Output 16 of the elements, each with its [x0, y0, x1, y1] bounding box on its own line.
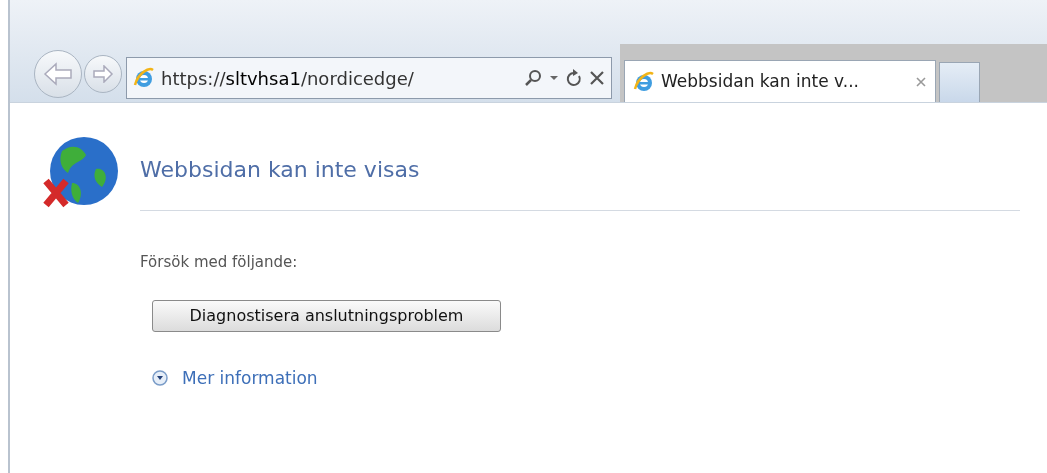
suggestion-text: Försök med följande:	[140, 252, 299, 273]
address-bar[interactable]: https://sltvhsa1/nordicedge/	[126, 57, 612, 99]
error-heading: Webbsidan kan inte visas	[140, 133, 1020, 211]
diagnose-button[interactable]: Diagnostisera anslutningsproblem	[152, 299, 501, 332]
search-icon[interactable]	[523, 68, 543, 88]
stop-icon[interactable]	[589, 70, 605, 86]
browser-logo-icon	[633, 70, 655, 93]
dropdown-caret-icon[interactable]	[549, 74, 559, 82]
more-information-link[interactable]: Mer information	[152, 365, 1020, 391]
right-arrow-icon	[92, 65, 114, 83]
url-text: https://sltvhsa1/nordicedge/	[161, 66, 415, 91]
close-tab-icon[interactable]	[915, 75, 927, 88]
left-arrow-icon	[43, 62, 73, 86]
refresh-icon[interactable]	[565, 68, 583, 88]
browser-logo-icon	[133, 67, 155, 89]
browser-tab[interactable]: Webbsidan kan inte v...	[624, 60, 936, 102]
